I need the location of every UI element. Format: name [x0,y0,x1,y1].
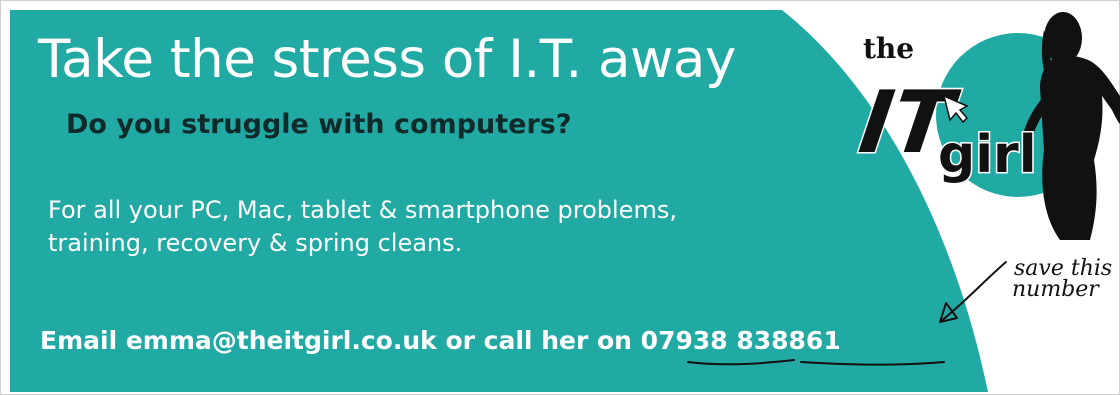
advert-banner: the IT girl Take the stress of I.T. away… [0,0,1120,395]
subheadline: Do you struggle with computers? [66,109,572,140]
logo-girl: girl [938,125,1037,185]
headline: Take the stress of I.T. away [38,29,736,90]
handwritten-note-line-2: number [1012,277,1099,302]
contact-line: Email emma@theitgirl.co.uk or call her o… [40,326,841,355]
services-line-1: For all your PC, Mac, tablet & smartphon… [48,196,677,224]
services-line-2: training, recovery & spring cleans. [48,229,463,257]
logo-the: the [863,32,914,65]
